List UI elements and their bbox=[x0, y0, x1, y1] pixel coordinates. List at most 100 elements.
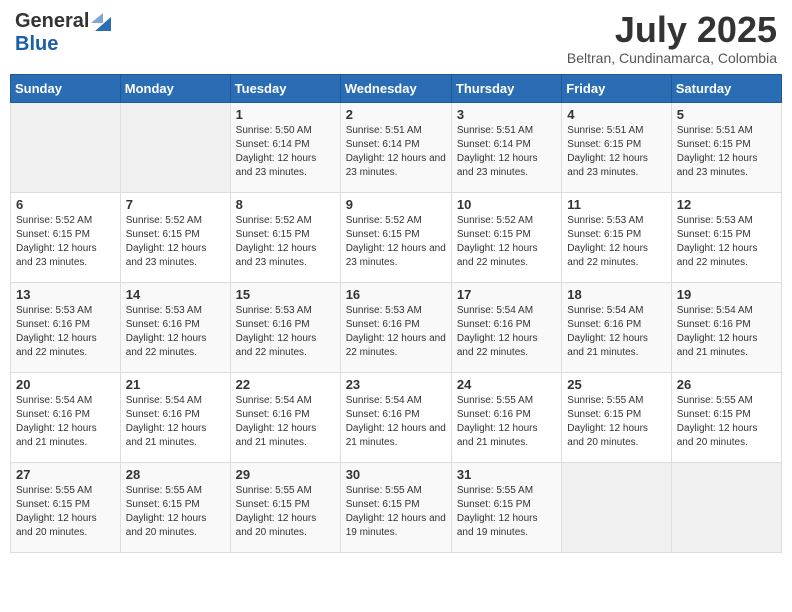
day-number: 18 bbox=[567, 287, 665, 302]
day-number: 2 bbox=[346, 107, 446, 122]
day-info: Sunrise: 5:55 AM Sunset: 6:15 PM Dayligh… bbox=[126, 484, 225, 540]
day-number: 10 bbox=[457, 197, 556, 212]
day-info: Sunrise: 5:53 AM Sunset: 6:16 PM Dayligh… bbox=[236, 304, 335, 360]
day-info: Sunrise: 5:54 AM Sunset: 6:16 PM Dayligh… bbox=[346, 394, 446, 450]
calendar-cell bbox=[120, 102, 230, 192]
day-info: Sunrise: 5:54 AM Sunset: 6:16 PM Dayligh… bbox=[567, 304, 665, 360]
day-info: Sunrise: 5:51 AM Sunset: 6:14 PM Dayligh… bbox=[457, 124, 556, 180]
day-info: Sunrise: 5:55 AM Sunset: 6:15 PM Dayligh… bbox=[16, 484, 115, 540]
day-number: 5 bbox=[677, 107, 776, 122]
calendar-cell: 18 Sunrise: 5:54 AM Sunset: 6:16 PM Dayli… bbox=[562, 282, 671, 372]
day-info: Sunrise: 5:52 AM Sunset: 6:15 PM Dayligh… bbox=[236, 214, 335, 270]
day-number: 30 bbox=[346, 467, 446, 482]
calendar-cell: 23Sunrise: 5:54 AM Sunset: 6:16 PM Dayli… bbox=[340, 372, 451, 462]
day-info: Sunrise: 5:55 AM Sunset: 6:15 PM Dayligh… bbox=[457, 484, 556, 540]
day-number: 7 bbox=[126, 197, 225, 212]
day-number: 28 bbox=[126, 467, 225, 482]
calendar-cell: 27 Sunrise: 5:55 AM Sunset: 6:15 PM Dayli… bbox=[11, 462, 121, 552]
day-number: 21 bbox=[126, 377, 225, 392]
calendar-cell: 19Sunrise: 5:54 AM Sunset: 6:16 PM Dayli… bbox=[671, 282, 781, 372]
location-subtitle: Beltran, Cundinamarca, Colombia bbox=[567, 50, 777, 66]
day-info: Sunrise: 5:54 AM Sunset: 6:16 PM Dayligh… bbox=[457, 304, 556, 360]
day-number: 19 bbox=[677, 287, 776, 302]
day-number: 14 bbox=[126, 287, 225, 302]
calendar-cell: 28 Sunrise: 5:55 AM Sunset: 6:15 PM Dayli… bbox=[120, 462, 230, 552]
day-info: Sunrise: 5:55 AM Sunset: 6:16 PM Dayligh… bbox=[457, 394, 556, 450]
weekday-header-row: SundayMondayTuesdayWednesdayThursdayFrid… bbox=[11, 74, 782, 102]
day-number: 31 bbox=[457, 467, 556, 482]
day-info: Sunrise: 5:54 AM Sunset: 6:16 PM Dayligh… bbox=[16, 394, 115, 450]
day-number: 25 bbox=[567, 377, 665, 392]
day-info: Sunrise: 5:53 AM Sunset: 6:16 PM Dayligh… bbox=[126, 304, 225, 360]
day-info: Sunrise: 5:53 AM Sunset: 6:15 PM Dayligh… bbox=[677, 214, 776, 270]
day-number: 27 bbox=[16, 467, 115, 482]
calendar-cell: 20 Sunrise: 5:54 AM Sunset: 6:16 PM Dayli… bbox=[11, 372, 121, 462]
day-info: Sunrise: 5:53 AM Sunset: 6:16 PM Dayligh… bbox=[16, 304, 115, 360]
day-number: 4 bbox=[567, 107, 665, 122]
calendar-cell: 13 Sunrise: 5:53 AM Sunset: 6:16 PM Dayli… bbox=[11, 282, 121, 372]
day-info: Sunrise: 5:54 AM Sunset: 6:16 PM Dayligh… bbox=[126, 394, 225, 450]
day-info: Sunrise: 5:55 AM Sunset: 6:15 PM Dayligh… bbox=[567, 394, 665, 450]
day-number: 24 bbox=[457, 377, 556, 392]
calendar-cell bbox=[562, 462, 671, 552]
page-header: General Blue July 2025 Beltran, Cundinam… bbox=[10, 10, 782, 66]
calendar-cell: 31 Sunrise: 5:55 AM Sunset: 6:15 PM Dayli… bbox=[451, 462, 561, 552]
month-year-title: July 2025 bbox=[567, 10, 777, 50]
day-info: Sunrise: 5:52 AM Sunset: 6:15 PM Dayligh… bbox=[346, 214, 446, 270]
day-info: Sunrise: 5:51 AM Sunset: 6:15 PM Dayligh… bbox=[677, 124, 776, 180]
calendar-week-row: 6 Sunrise: 5:52 AM Sunset: 6:15 PM Daylig… bbox=[11, 192, 782, 282]
day-number: 3 bbox=[457, 107, 556, 122]
logo-blue-text: Blue bbox=[15, 33, 58, 56]
day-number: 1 bbox=[236, 107, 335, 122]
calendar-cell: 1Sunrise: 5:50 AM Sunset: 6:14 PM Daylig… bbox=[230, 102, 340, 192]
calendar-week-row: 1Sunrise: 5:50 AM Sunset: 6:14 PM Daylig… bbox=[11, 102, 782, 192]
calendar-cell: 6 Sunrise: 5:52 AM Sunset: 6:15 PM Daylig… bbox=[11, 192, 121, 282]
calendar-week-row: 20 Sunrise: 5:54 AM Sunset: 6:16 PM Dayli… bbox=[11, 372, 782, 462]
day-info: Sunrise: 5:55 AM Sunset: 6:15 PM Dayligh… bbox=[677, 394, 776, 450]
day-number: 6 bbox=[16, 197, 115, 212]
calendar-cell: 15Sunrise: 5:53 AM Sunset: 6:16 PM Dayli… bbox=[230, 282, 340, 372]
day-info: Sunrise: 5:51 AM Sunset: 6:15 PM Dayligh… bbox=[567, 124, 665, 180]
weekday-header-monday: Monday bbox=[120, 74, 230, 102]
calendar-cell: 29Sunrise: 5:55 AM Sunset: 6:15 PM Dayli… bbox=[230, 462, 340, 552]
calendar-cell: 4 Sunrise: 5:51 AM Sunset: 6:15 PM Daylig… bbox=[562, 102, 671, 192]
calendar-cell: 7 Sunrise: 5:52 AM Sunset: 6:15 PM Daylig… bbox=[120, 192, 230, 282]
calendar-cell: 26Sunrise: 5:55 AM Sunset: 6:15 PM Dayli… bbox=[671, 372, 781, 462]
calendar-header: SundayMondayTuesdayWednesdayThursdayFrid… bbox=[11, 74, 782, 102]
calendar-cell: 9Sunrise: 5:52 AM Sunset: 6:15 PM Daylig… bbox=[340, 192, 451, 282]
weekday-header-friday: Friday bbox=[562, 74, 671, 102]
day-number: 13 bbox=[16, 287, 115, 302]
title-block: July 2025 Beltran, Cundinamarca, Colombi… bbox=[567, 10, 777, 66]
day-number: 12 bbox=[677, 197, 776, 212]
calendar-cell: 25 Sunrise: 5:55 AM Sunset: 6:15 PM Dayli… bbox=[562, 372, 671, 462]
day-info: Sunrise: 5:52 AM Sunset: 6:15 PM Dayligh… bbox=[16, 214, 115, 270]
day-number: 29 bbox=[236, 467, 335, 482]
calendar-body: 1Sunrise: 5:50 AM Sunset: 6:14 PM Daylig… bbox=[11, 102, 782, 552]
weekday-header-tuesday: Tuesday bbox=[230, 74, 340, 102]
calendar-cell bbox=[11, 102, 121, 192]
logo-general-text: General bbox=[15, 10, 89, 33]
day-number: 8 bbox=[236, 197, 335, 212]
calendar-table: SundayMondayTuesdayWednesdayThursdayFrid… bbox=[10, 74, 782, 553]
day-info: Sunrise: 5:53 AM Sunset: 6:15 PM Dayligh… bbox=[567, 214, 665, 270]
calendar-week-row: 27 Sunrise: 5:55 AM Sunset: 6:15 PM Dayli… bbox=[11, 462, 782, 552]
day-number: 20 bbox=[16, 377, 115, 392]
day-number: 16 bbox=[346, 287, 446, 302]
calendar-cell: 14 Sunrise: 5:53 AM Sunset: 6:16 PM Dayli… bbox=[120, 282, 230, 372]
day-info: Sunrise: 5:52 AM Sunset: 6:15 PM Dayligh… bbox=[126, 214, 225, 270]
calendar-cell: 21 Sunrise: 5:54 AM Sunset: 6:16 PM Dayli… bbox=[120, 372, 230, 462]
weekday-header-wednesday: Wednesday bbox=[340, 74, 451, 102]
calendar-cell: 16Sunrise: 5:53 AM Sunset: 6:16 PM Dayli… bbox=[340, 282, 451, 372]
day-number: 17 bbox=[457, 287, 556, 302]
day-number: 11 bbox=[567, 197, 665, 212]
calendar-cell bbox=[671, 462, 781, 552]
calendar-cell: 30Sunrise: 5:55 AM Sunset: 6:15 PM Dayli… bbox=[340, 462, 451, 552]
weekday-header-saturday: Saturday bbox=[671, 74, 781, 102]
calendar-cell: 3 Sunrise: 5:51 AM Sunset: 6:14 PM Daylig… bbox=[451, 102, 561, 192]
weekday-header-sunday: Sunday bbox=[11, 74, 121, 102]
calendar-cell: 2Sunrise: 5:51 AM Sunset: 6:14 PM Daylig… bbox=[340, 102, 451, 192]
weekday-header-thursday: Thursday bbox=[451, 74, 561, 102]
calendar-cell: 17 Sunrise: 5:54 AM Sunset: 6:16 PM Dayli… bbox=[451, 282, 561, 372]
day-info: Sunrise: 5:54 AM Sunset: 6:16 PM Dayligh… bbox=[236, 394, 335, 450]
calendar-cell: 8 Sunrise: 5:52 AM Sunset: 6:15 PM Daylig… bbox=[230, 192, 340, 282]
